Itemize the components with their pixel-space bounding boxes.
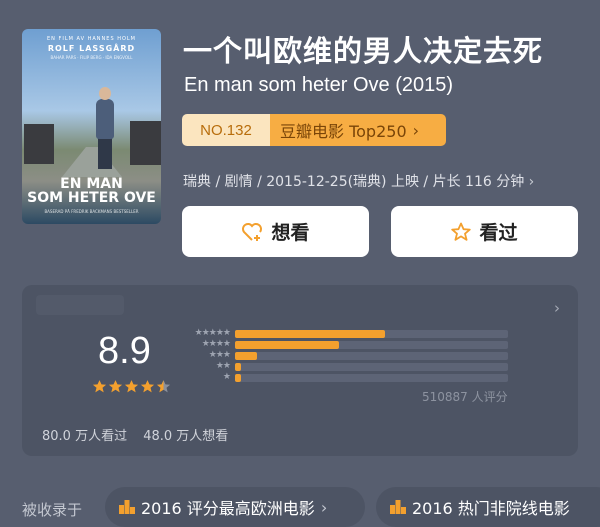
want-to-watch-label: 想看 <box>271 222 310 244</box>
heart-plus-icon <box>241 222 263 242</box>
collection-pill[interactable]: 2016 评分最高欧洲电影 › <box>105 487 365 527</box>
distribution-bar <box>235 374 241 382</box>
movie-poster[interactable]: EN FILM AV HANNES HOLM ROLF LASSGÅRD BAH… <box>22 29 161 224</box>
collection-label: 2016 热门非院线电影 <box>412 499 570 518</box>
rating-stars <box>92 379 171 394</box>
distribution-bar-track <box>235 363 508 371</box>
podium-icon <box>119 496 135 518</box>
poster-title-line-2: SOM HETER OVE <box>27 190 156 206</box>
chevron-right-icon: › <box>412 120 420 140</box>
poster-actor: ROLF LASSGÅRD <box>47 44 136 53</box>
star-outline-icon <box>451 222 472 242</box>
podium-icon <box>390 496 406 518</box>
distribution-star-label: ★★ <box>215 361 231 371</box>
rank-list-label: 豆瓣电影 Top250 <box>280 122 407 141</box>
chevron-right-icon[interactable]: › <box>554 299 560 317</box>
distribution-bar-track <box>235 330 508 338</box>
distribution-bar <box>235 330 386 338</box>
distribution-star-label: ★★★★ <box>201 339 231 349</box>
poster-house-right <box>130 121 161 165</box>
rating-score: 8.9 <box>98 330 151 372</box>
top250-rank-badge[interactable]: NO.132 豆瓣电影 Top250 › <box>182 114 446 146</box>
distribution-bar <box>235 363 241 371</box>
rank-list-name: 豆瓣电影 Top250 › <box>270 114 446 146</box>
poster-figure-legs <box>98 137 112 169</box>
rating-card-header <box>36 295 124 315</box>
movie-title-original: En man som heter Ove (2015) <box>184 74 454 96</box>
rating-card[interactable]: › 8.9 ★★★★★ ★★★★ ★★★ ★★ ★ 510887 人评分 80.0 万人… <box>22 285 578 456</box>
movie-title-chinese: 一个叫欧维的男人决定去死 <box>183 34 544 68</box>
poster-figure-head <box>99 87 111 100</box>
distribution-star-label: ★ <box>222 372 231 382</box>
distribution-bar-track <box>235 374 508 382</box>
rating-count: 510887 人评分 <box>422 390 508 404</box>
collection-label: 2016 评分最高欧洲电影 <box>141 499 315 518</box>
collected-in-label: 被收录于 <box>22 501 83 519</box>
want-to-watch-button[interactable]: 想看 <box>182 206 369 257</box>
movie-meta[interactable]: 瑞典 / 剧情 / 2015-12-25(瑞典) 上映 / 片长 116 分钟 … <box>183 171 534 191</box>
poster-cast: BAHAR PARS · FILIP BERG · IDA ENGVOLL <box>50 55 133 60</box>
poster-title-line-1: EN MAN <box>60 176 123 192</box>
seen-count: 80.0 万人看过 <box>42 429 128 444</box>
distribution-bar-track <box>235 352 508 360</box>
poster-tagline: EN FILM AV HANNES HOLM <box>46 36 137 42</box>
watched-label: 看过 <box>479 222 518 244</box>
distribution-bar-track <box>235 341 508 349</box>
rank-number: NO.132 <box>182 114 270 146</box>
rating-star-icon <box>124 380 139 393</box>
watch-stats: 80.0 万人看过 48.0 万人想看 <box>42 425 240 444</box>
chevron-right-icon: › <box>320 497 328 517</box>
distribution-star-label: ★★★★★ <box>194 328 231 338</box>
poster-house-left <box>24 124 54 164</box>
rating-star-icon <box>140 380 155 393</box>
rating-star-icon <box>156 380 171 393</box>
distribution-bar <box>235 352 257 360</box>
rating-star-icon <box>108 380 123 393</box>
distribution-bar <box>235 341 339 349</box>
poster-credit: BASERAD PÅ FREDRIK BACKMANS BESTSELLER <box>44 209 139 214</box>
distribution-star-label: ★★★ <box>208 350 231 360</box>
want-count: 48.0 万人想看 <box>143 429 229 444</box>
movie-meta-text: 瑞典 / 剧情 / 2015-12-25(瑞典) 上映 / 片长 116 分钟 <box>183 174 525 190</box>
poster-figure-body <box>96 99 114 139</box>
rating-star-icon <box>92 380 107 393</box>
watched-button[interactable]: 看过 <box>391 206 578 257</box>
poster-title: EN MAN SOM HETER OVE <box>22 177 161 205</box>
poster-road <box>62 147 122 177</box>
collection-pill[interactable]: 2016 热门非院线电影 <box>376 487 600 527</box>
chevron-right-icon: › <box>528 174 535 190</box>
